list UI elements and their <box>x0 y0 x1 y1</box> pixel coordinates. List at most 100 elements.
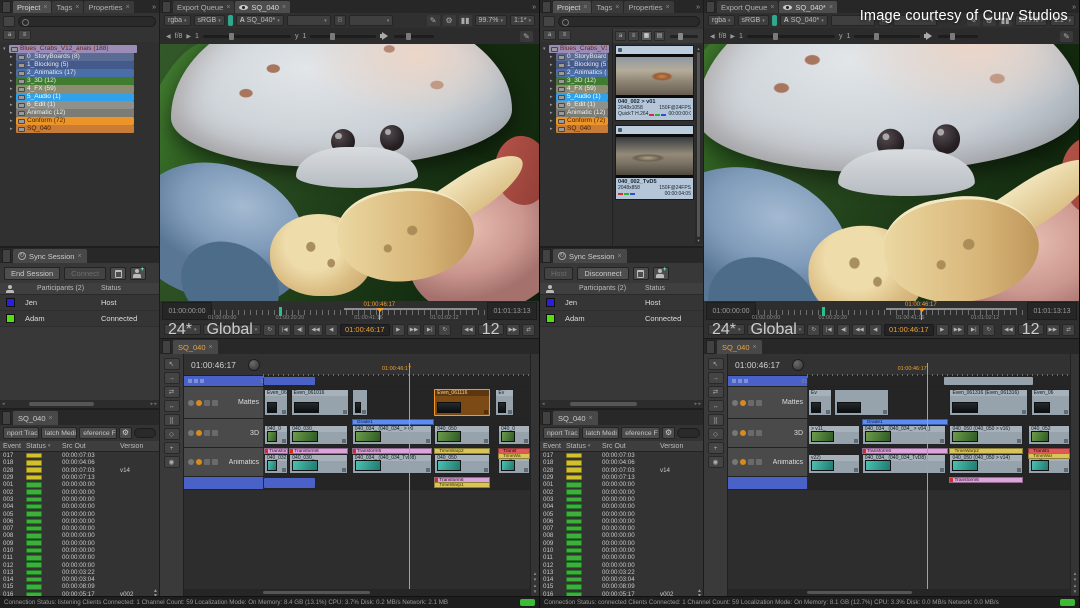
overlay-pen-icon[interactable]: ✎ <box>520 31 533 42</box>
event-row[interactable]: 02800:00:07:03v14 <box>0 467 159 474</box>
fps-select[interactable]: 24*▾ <box>708 324 745 335</box>
clip-040-0[interactable]: 040_0 <box>498 425 530 445</box>
panel-menu-icon[interactable] <box>706 1 715 13</box>
tab-project[interactable]: Project× <box>553 1 591 13</box>
tree-item-sq-040[interactable]: ▸SQ_040 <box>550 125 608 133</box>
close-icon[interactable]: × <box>75 4 79 11</box>
event-row[interactable]: 00700:00:00:00 <box>540 525 703 532</box>
clip-ev[interactable]: Ev <box>808 389 832 416</box>
event-row[interactable]: 00100:00:00:00 <box>540 481 703 488</box>
channel-select[interactable]: rgba▾ <box>708 15 735 26</box>
gain-slider[interactable] <box>747 35 835 38</box>
effect-strip-transform6[interactable]: Transform6 <box>949 477 1022 483</box>
event-row[interactable]: 01300:00:03:22 <box>0 569 159 576</box>
frame-increment-value[interactable]: 12 <box>478 324 504 335</box>
tab-spreadsheet[interactable]: SQ_040 × <box>553 411 598 425</box>
timeline-vscrollbar[interactable]: ▲▼▲▼ <box>1070 354 1079 596</box>
clip-040-050[interactable]: 040_050 <box>434 454 490 474</box>
close-icon[interactable]: × <box>49 415 53 422</box>
range-mode-select[interactable]: Global▾ <box>747 324 806 335</box>
effect-strip-timewarp2[interactable]: TimeWarp2 <box>434 448 490 454</box>
tree-item-3-3d-12[interactable]: ▸3_3D (12) <box>10 77 134 85</box>
flag-icon[interactable] <box>212 459 218 465</box>
participant-row-adam[interactable]: AdamConnected <box>540 311 703 327</box>
tree-item-4-fx-59[interactable]: ▸4_FX (59) <box>10 85 134 93</box>
clip-040-050-040-050-v16[interactable]: 040_050 (040_050 > v16) <box>949 425 1022 445</box>
frame-skip-fwd-icon[interactable]: ▶▶ <box>506 324 520 336</box>
eference-f-button[interactable]: eference F <box>79 427 117 439</box>
event-row[interactable]: 00700:00:00:00 <box>0 525 159 532</box>
event-row[interactable]: 01400:00:03:04 <box>0 576 159 583</box>
track-lane[interactable]: 040_0040_030_040_034_ (040_034_ > v0040_… <box>264 419 530 447</box>
lock-icon[interactable] <box>732 459 738 465</box>
clip-040-034-040-034-v04[interactable]: 040_034_ (040_034_ > v04_) <box>862 425 946 445</box>
latch-medi-button[interactable]: latch Medi <box>582 427 619 439</box>
bin-view-icon[interactable] <box>543 16 555 27</box>
event-row[interactable]: 00500:00:00:00 <box>540 510 703 517</box>
tab-sq-040[interactable]: SQ_040× <box>235 1 290 13</box>
status-column-label[interactable]: Status <box>101 285 159 292</box>
flag-icon[interactable] <box>212 400 218 406</box>
clip-shot[interactable] <box>834 389 889 416</box>
sort-icon[interactable]: a <box>543 30 556 40</box>
tree-item-3-3d-12[interactable]: ▸3_3D (12) <box>550 77 608 85</box>
add-participant-button[interactable]: + <box>130 267 146 280</box>
tab-timeline[interactable]: SQ_040 × <box>717 340 762 354</box>
panel-menu-icon[interactable] <box>542 249 551 263</box>
tab-export-queue[interactable]: Export Queue× <box>173 1 234 13</box>
event-row[interactable]: 00100:00:00:00 <box>0 481 159 488</box>
track-lane[interactable]: EvEven_061316 (Even_061316)Even_06 <box>808 387 1070 418</box>
tab-overflow-icon[interactable]: » <box>694 1 702 13</box>
tree-item-5-audio-1[interactable]: ▸5_Audio (1) <box>550 93 608 101</box>
sync-tool-icon[interactable]: ◉ <box>164 456 180 468</box>
clip-shot[interactable] <box>352 389 368 416</box>
playback-loop-icon[interactable]: ↻ <box>807 324 820 336</box>
range-mode-select[interactable]: Global▾ <box>203 324 262 335</box>
event-row[interactable]: 00200:00:00:00 <box>0 488 159 495</box>
event-row[interactable]: 00300:00:00:00 <box>540 496 703 503</box>
event-row[interactable]: 01300:00:03:22 <box>540 569 703 576</box>
panel-menu-icon[interactable] <box>2 1 11 13</box>
fstop-down-icon[interactable]: ◀ <box>710 33 715 40</box>
goto-start-icon[interactable]: |◀ <box>822 324 835 336</box>
track-header[interactable] <box>184 376 264 386</box>
tree-item-blues-crabs-v12-anais-188[interactable]: ▾Blues_Crabs_V12_anais (188) <box>543 45 609 53</box>
event-row[interactable]: 00900:00:00:00 <box>0 540 159 547</box>
clear-participants-button[interactable] <box>633 267 649 280</box>
track-lane[interactable]: Transform6 <box>808 477 1070 489</box>
participant-row-jen[interactable]: JenHost <box>540 295 703 311</box>
move-tool-icon[interactable]: → <box>708 372 724 384</box>
frame-skip-back-icon[interactable]: ◀◀ <box>1001 324 1015 336</box>
clip-even-061[interactable]: Even_061 <box>264 389 288 416</box>
tab-properties[interactable]: Properties× <box>84 1 133 13</box>
panel-menu-icon[interactable] <box>162 1 171 13</box>
event-row[interactable]: 01800:00:04:06 <box>0 459 159 466</box>
track-lane[interactable] <box>808 376 1070 386</box>
close-icon[interactable]: × <box>583 4 587 11</box>
event-row[interactable]: 02900:00:07:13 <box>0 474 159 481</box>
tab-tags[interactable]: Tags× <box>592 1 623 13</box>
fast-rewind-icon[interactable]: ◀◀ <box>852 324 866 336</box>
spreadsheet-settings-icon[interactable]: ⚙ <box>119 427 132 439</box>
disconnect-button[interactable]: Disconnect <box>577 267 628 280</box>
tab-sync-session[interactable]: ↻ Sync Session × <box>13 249 87 263</box>
clip-040-034-040-034-v0[interactable]: 040_034_ (040_034_ > v0 <box>352 425 432 445</box>
effect-strip-timewar[interactable]: TimeWar <box>1028 453 1070 459</box>
sync-playback-icon[interactable]: ⇄ <box>522 324 535 336</box>
frame-skip-back-icon[interactable]: ◀◀ <box>461 324 475 336</box>
slip-tool-icon[interactable]: ⇄ <box>164 386 180 398</box>
event-row[interactable]: 01200:00:00:00 <box>540 561 703 568</box>
volume-slider[interactable] <box>938 35 978 38</box>
blend-mode-select[interactable]: ▾ <box>349 15 393 26</box>
volume-icon[interactable] <box>924 32 934 40</box>
tab-export-queue[interactable]: Export Queue× <box>717 1 778 13</box>
panel-menu-icon[interactable] <box>542 411 551 425</box>
event-row[interactable]: 02900:00:07:13 <box>540 474 703 481</box>
track-lane[interactable] <box>264 376 530 386</box>
loop-icon[interactable]: ↻ <box>438 324 451 336</box>
play-backward-icon[interactable]: ◀ <box>325 324 338 336</box>
slide-tool-icon[interactable]: ↔ <box>708 400 724 412</box>
clip-even-061016[interactable]: Even_061016 <box>291 389 350 416</box>
list-view-icon[interactable]: ≡ <box>628 31 639 41</box>
clip-040-050-040-050-v14[interactable]: 040_050 (040_050 > v14) <box>949 454 1022 474</box>
